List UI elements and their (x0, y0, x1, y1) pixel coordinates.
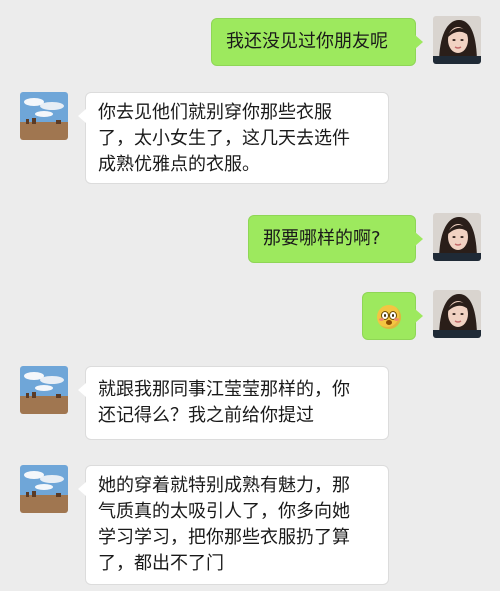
contact-avatar[interactable] (20, 465, 68, 513)
received-message-bubble[interactable]: 你去见他们就别穿你那些衣服 了，太小女生了，这几天去选件 成熟优雅点的衣服。 (78, 92, 389, 184)
sent-message-bubble[interactable]: 我还没见过你朋友呢 (211, 18, 423, 66)
message-text-line: 你去见他们就别穿你那些衣服 (98, 102, 332, 123)
message-text-line: 成熟优雅点的衣服。 (98, 154, 260, 175)
sent-message-bubble[interactable]: 那要哪样的啊? (248, 215, 423, 263)
user-avatar[interactable] (433, 290, 481, 338)
message-text: 我还没见过你朋友呢 (226, 31, 388, 52)
user-avatar[interactable] (433, 213, 481, 261)
message-text: 那要哪样的啊? (263, 228, 381, 249)
landscape-sky-icon (20, 465, 68, 513)
girl-portrait-icon (433, 16, 481, 64)
sent-message-bubble[interactable] (362, 292, 423, 340)
user-avatar[interactable] (433, 16, 481, 64)
received-message-bubble[interactable]: 她的穿着就特别成熟有魅力，那 气质真的太吸引人了，你多向她 学习学习，把你那些衣… (78, 465, 389, 585)
message-text-line: 还记得么？我之前给你提过 (98, 405, 314, 426)
girl-portrait-icon (433, 290, 481, 338)
landscape-sky-icon (20, 92, 68, 140)
flushed-face-emoji (377, 305, 401, 329)
contact-avatar[interactable] (20, 366, 68, 414)
message-text-line: 了，都出不了门 (98, 553, 224, 574)
message-text-line: 就跟我那同事江莹莹那样的，你 (98, 379, 350, 400)
message-text-line: 她的穿着就特别成熟有魅力，那 (98, 475, 350, 496)
contact-avatar[interactable] (20, 92, 68, 140)
message-text-line: 了，太小女生了，这几天去选件 (98, 128, 350, 149)
message-text-line: 学习学习，把你那些衣服扔了算 (98, 527, 350, 548)
message-text-line: 气质真的太吸引人了，你多向她 (98, 501, 350, 522)
received-message-bubble[interactable]: 就跟我那同事江莹莹那样的，你 还记得么？我之前给你提过 (78, 366, 389, 440)
girl-portrait-icon (433, 213, 481, 261)
landscape-sky-icon (20, 366, 68, 414)
